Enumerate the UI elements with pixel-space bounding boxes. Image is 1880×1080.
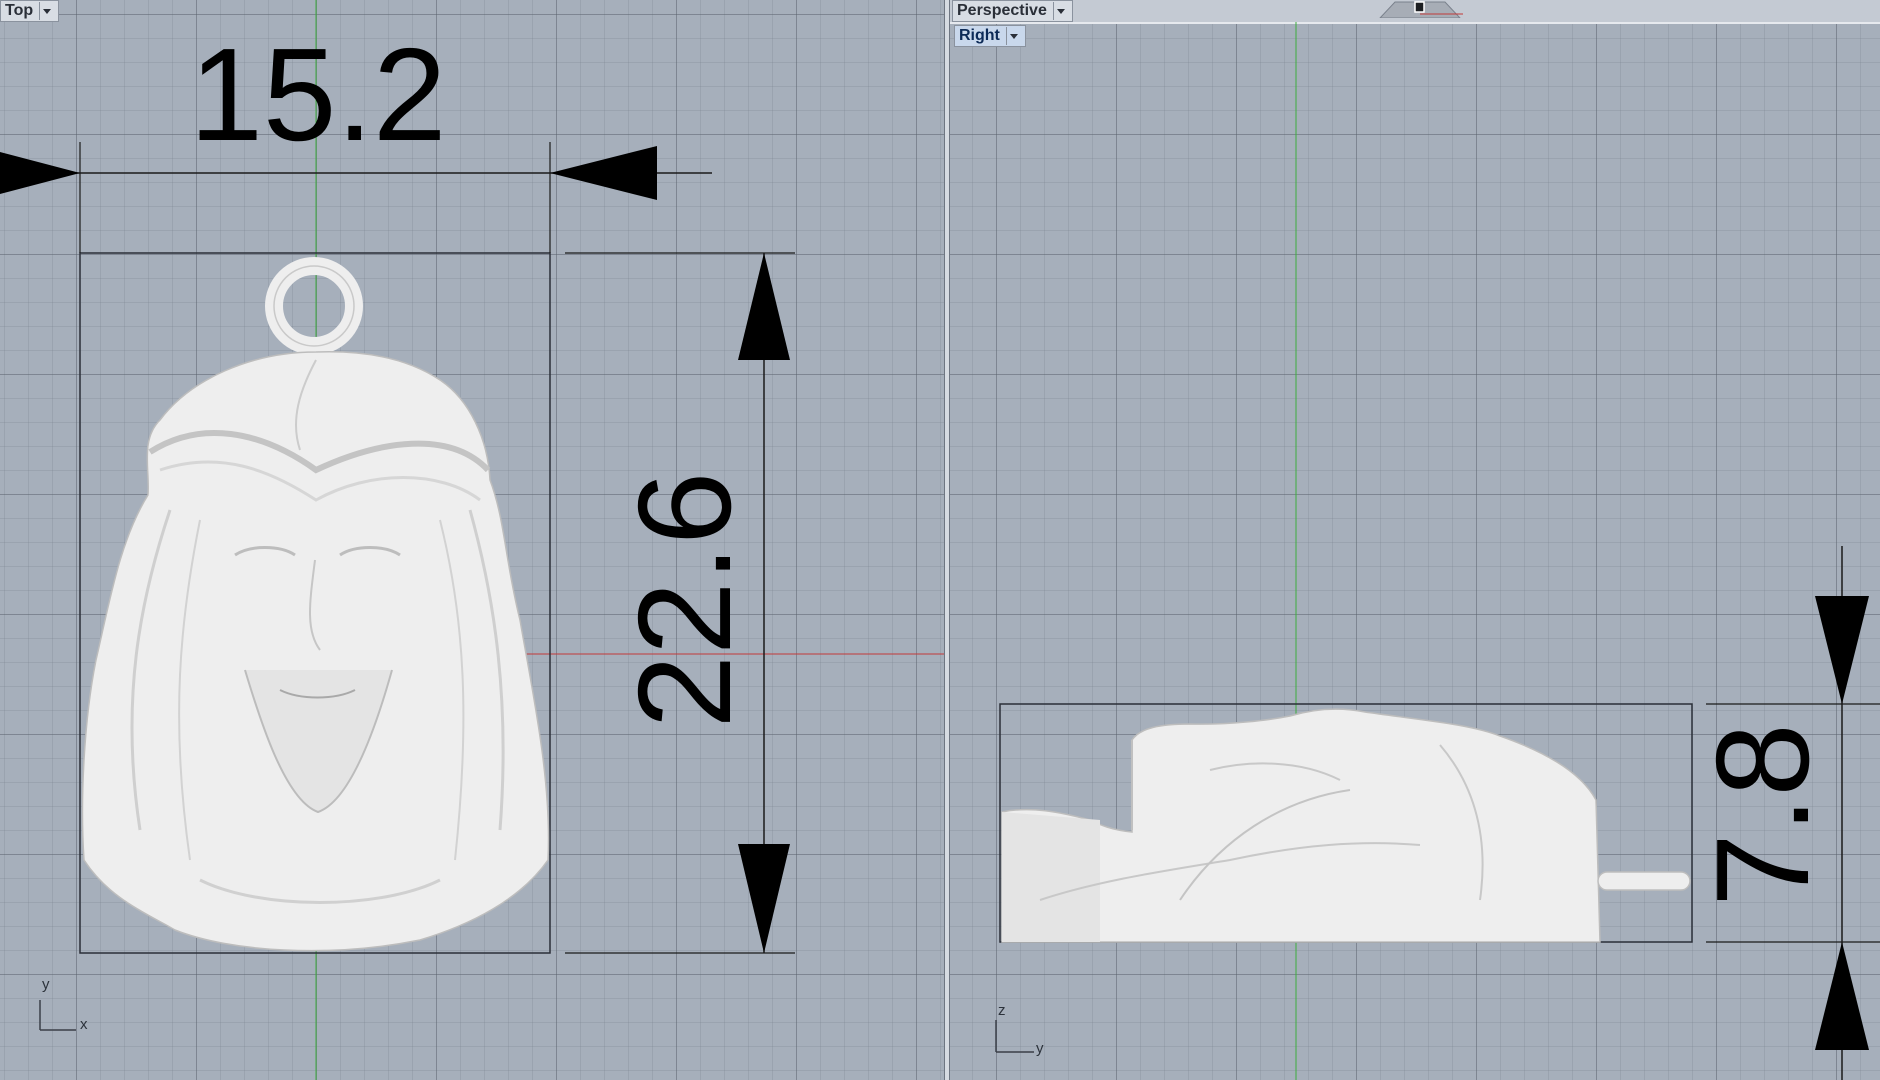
arrowhead-icon (738, 253, 790, 360)
arrowhead-icon (550, 146, 657, 200)
arrowhead-icon (1815, 596, 1869, 704)
depth-dimension-label: 7.8 (1689, 723, 1836, 907)
arrowhead-icon (1815, 942, 1869, 1050)
width-dimension-label: 15.2 (190, 21, 447, 168)
pendant-side-model (1001, 708, 1691, 943)
height-dimension-label: 22.6 (611, 472, 758, 729)
right-axis-y-label: y (1036, 1040, 1044, 1057)
right-axis-triad (995, 1020, 1034, 1053)
top-axis-y-label: y (42, 976, 50, 993)
arrowhead-icon (738, 844, 790, 953)
arrowhead-icon (0, 152, 80, 194)
pendant-front-model (81, 257, 550, 952)
viewport-drawing-layer: 15.2 22.6 7.8 (0, 0, 1880, 1080)
top-axis-triad (39, 1000, 76, 1031)
top-axis-x-label: x (80, 1016, 88, 1033)
right-axis-z-label: z (998, 1002, 1006, 1019)
